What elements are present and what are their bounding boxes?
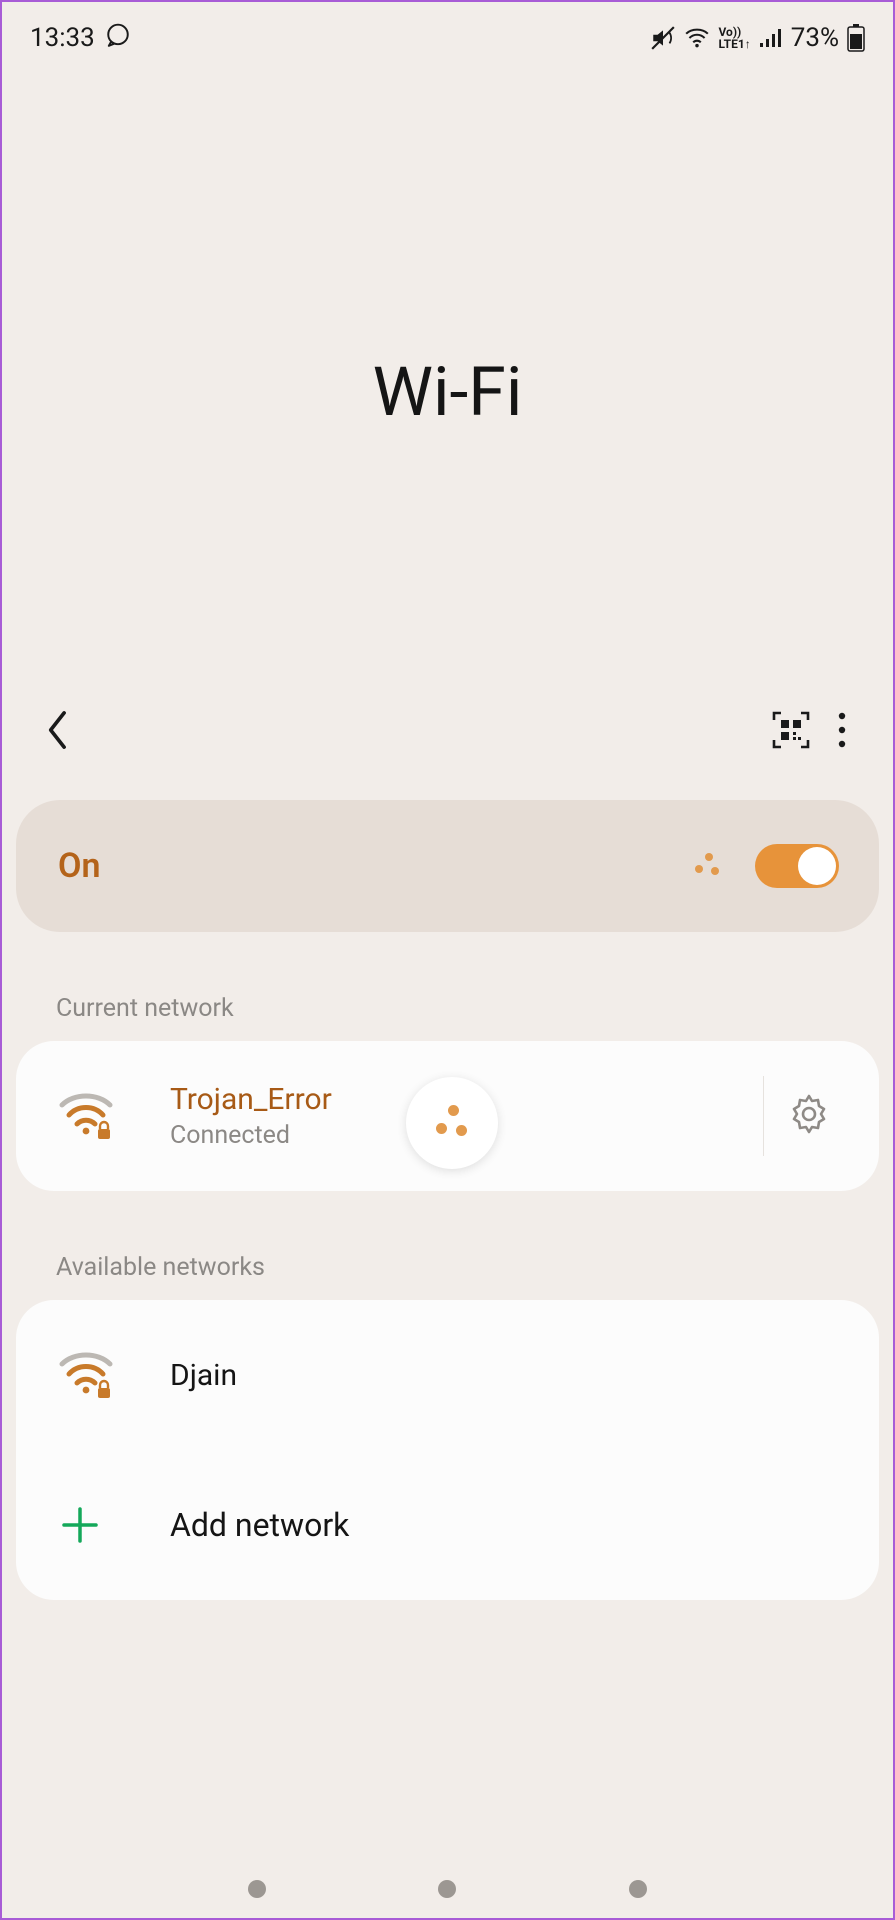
wifi-toggle-switch[interactable] bbox=[755, 844, 839, 888]
wifi-status-icon bbox=[684, 27, 710, 49]
nav-recents-button[interactable] bbox=[248, 1880, 266, 1898]
gear-icon bbox=[787, 1092, 831, 1140]
loading-dots-icon bbox=[693, 851, 723, 881]
more-vertical-icon bbox=[837, 711, 847, 753]
loading-overlay bbox=[406, 1077, 498, 1169]
plus-icon bbox=[58, 1503, 138, 1547]
available-networks-card: Djain Add network bbox=[16, 1300, 879, 1600]
back-button[interactable] bbox=[30, 704, 86, 760]
add-network-row[interactable]: Add network bbox=[16, 1450, 879, 1600]
wifi-secure-icon bbox=[58, 1350, 138, 1400]
whatsapp-icon bbox=[105, 22, 131, 55]
signal-icon bbox=[759, 27, 783, 49]
status-time: 13:33 bbox=[30, 23, 95, 53]
qr-scan-button[interactable] bbox=[763, 704, 819, 760]
available-network-ssid: Djain bbox=[170, 1358, 853, 1393]
status-bar-left: 13:33 bbox=[30, 22, 131, 55]
wifi-toggle-label: On bbox=[58, 846, 693, 886]
battery-icon bbox=[847, 24, 865, 52]
battery-percent: 73% bbox=[791, 23, 839, 53]
qr-code-icon bbox=[771, 710, 811, 754]
add-network-label: Add network bbox=[170, 1506, 853, 1544]
status-bar-right: Vo))LTE1↑ 73% bbox=[650, 23, 865, 53]
more-button[interactable] bbox=[819, 704, 865, 760]
nav-home-button[interactable] bbox=[438, 1880, 456, 1898]
available-networks-header: Available networks bbox=[2, 1191, 893, 1300]
available-network-row[interactable]: Djain bbox=[16, 1300, 879, 1450]
toolbar bbox=[2, 692, 893, 772]
nav-back-button[interactable] bbox=[629, 1880, 647, 1898]
current-network-header: Current network bbox=[2, 932, 893, 1041]
status-bar: 13:33 Vo))LTE1↑ bbox=[2, 2, 893, 62]
chevron-left-icon bbox=[43, 708, 73, 756]
page-title: Wi-Fi bbox=[2, 62, 893, 692]
current-network-settings-button[interactable] bbox=[763, 1076, 853, 1156]
wifi-secure-icon bbox=[58, 1091, 138, 1141]
wifi-toggle-card: On bbox=[16, 800, 879, 932]
vibrate-mute-icon bbox=[650, 25, 676, 51]
loading-dots-icon bbox=[434, 1105, 470, 1141]
volte-icon: Vo))LTE1↑ bbox=[718, 26, 750, 50]
navigation-bar bbox=[2, 1880, 893, 1898]
